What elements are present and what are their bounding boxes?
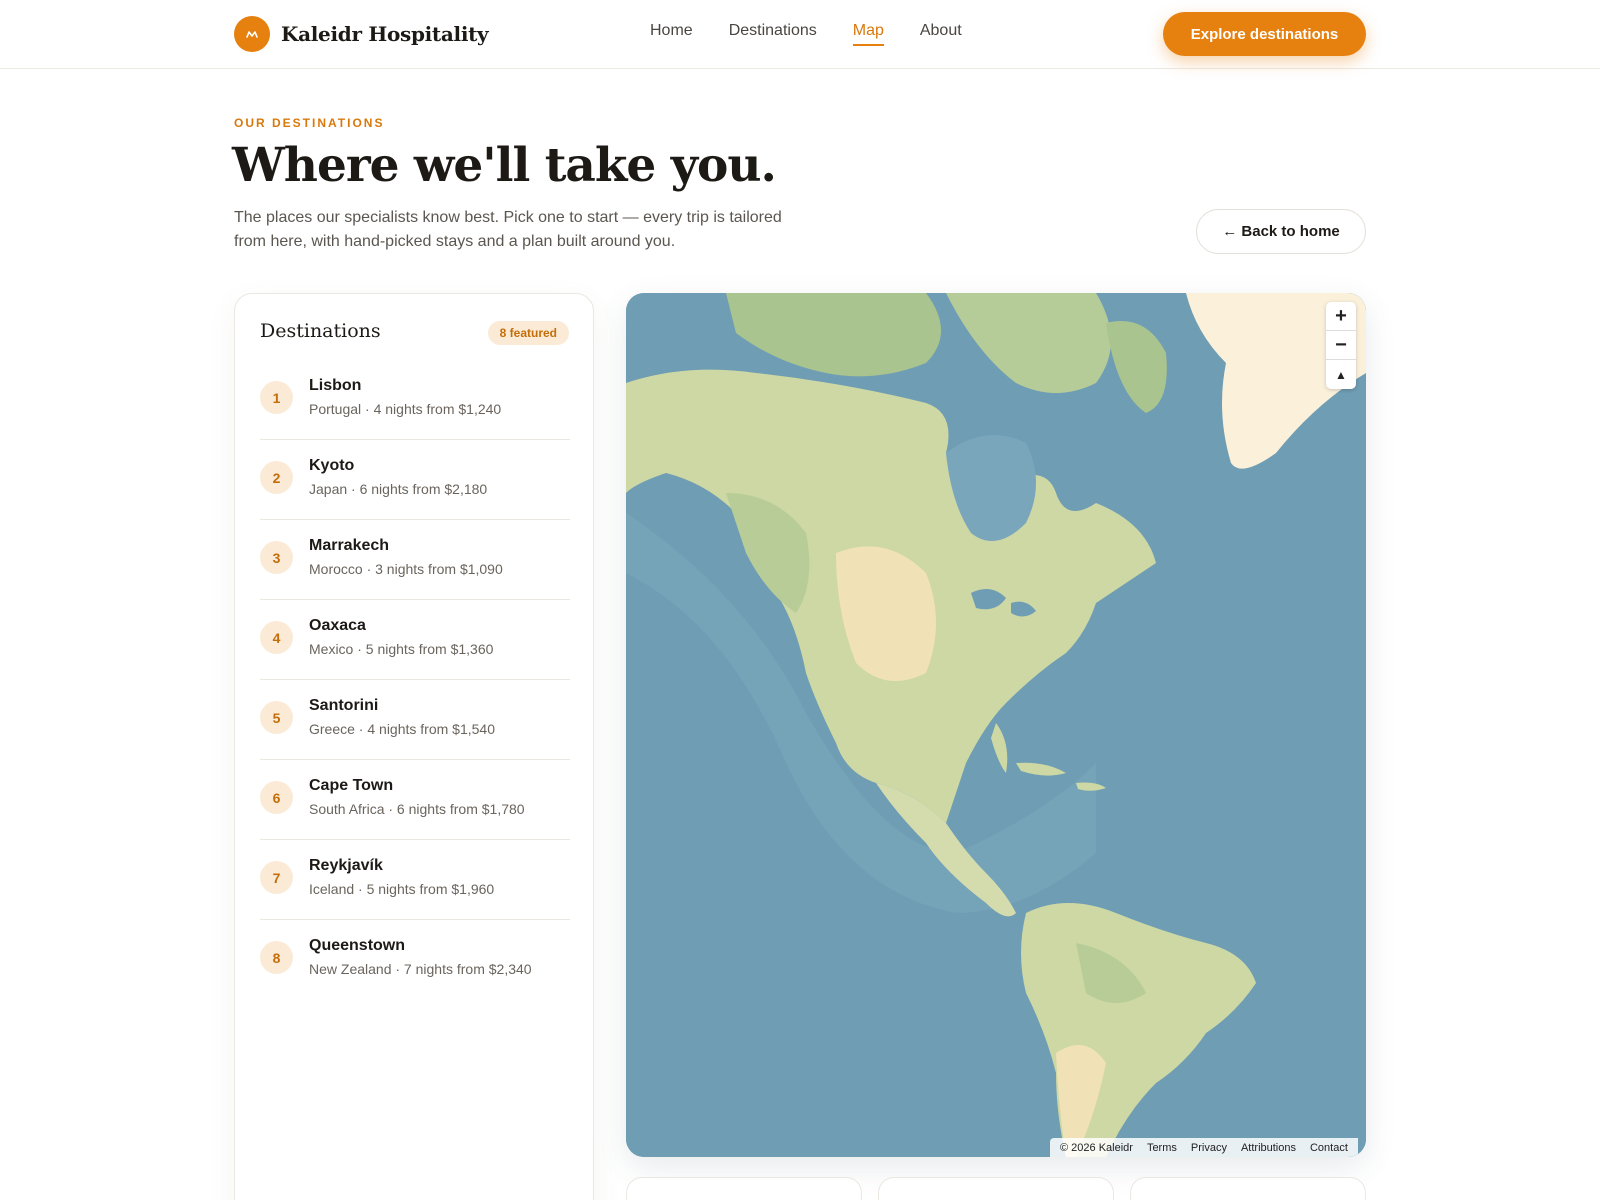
attribution-privacy-link[interactable]: Privacy [1191,1142,1227,1154]
page-subtitle: The places our specialists know best. Pi… [234,209,782,250]
attribution-contact-link[interactable]: Contact [1310,1142,1348,1154]
nav-home[interactable]: Home [650,22,693,46]
destination-meta: South Africa · 6 nights from $1,780 [309,801,525,817]
zoom-out-button[interactable]: − [1326,331,1356,360]
map-terrain [626,293,1366,1157]
destination-number: 6 [260,781,293,814]
destinations-panel: Destinations 8 featured 1 Lisbon Portuga… [234,293,594,1200]
attribution-copyright: © 2026 Kaleidr [1060,1141,1133,1154]
panel-title: Destinations [260,320,381,342]
destination-city: Santorini [309,697,379,714]
logo-mark-icon [234,16,270,52]
destination-meta: Mexico · 5 nights from $1,360 [309,641,494,657]
destination-meta: Iceland · 5 nights from $1,960 [309,881,495,897]
destination-number: 4 [260,621,293,654]
destination-city: Cape Town [309,777,394,794]
back-to-home-button[interactable]: ← Back to home [1196,209,1366,254]
brand-name: Kaleidr Hospitality [281,22,489,46]
section-eyebrow: OUR DESTINATIONS [234,116,385,130]
destination-number: 5 [260,701,293,734]
destination-card[interactable] [1130,1177,1366,1200]
destination-meta: Portugal · 4 nights from $1,240 [309,401,502,417]
destination-item-lisbon[interactable]: 1 Lisbon Portugal · 4 nights from $1,240 [260,360,570,440]
destination-meta: New Zealand · 7 nights from $2,340 [309,961,532,977]
main-nav: Home Destinations Map About [650,22,998,46]
destination-item-oaxaca[interactable]: 4 Oaxaca Mexico · 5 nights from $1,360 [260,600,570,680]
explore-destinations-button[interactable]: Explore destinations [1163,12,1366,56]
destination-city: Oaxaca [309,617,366,634]
destination-cards-row [626,1177,1382,1200]
attribution-terms-link[interactable]: Terms [1147,1142,1177,1154]
destination-city: Reykjavík [309,857,383,874]
destination-number: 3 [260,541,293,574]
destination-item-queenstown[interactable]: 8 Queenstown New Zealand · 7 nights from… [260,920,570,1000]
destination-card[interactable] [878,1177,1114,1200]
destination-number: 1 [260,381,293,414]
page-title: Where we'll take you. [232,138,777,193]
destination-item-santorini[interactable]: 5 Santorini Greece · 4 nights from $1,54… [260,680,570,760]
destination-number: 8 [260,941,293,974]
top-nav-bar: Kaleidr Hospitality Home Destinations Ma… [0,0,1600,69]
destinations-map[interactable]: + − ▲ © 2026 Kaleidr Terms Privacy Attri… [626,293,1366,1157]
destination-city: Kyoto [309,457,355,474]
destination-item-reykjavik[interactable]: 7 Reykjavík Iceland · 5 nights from $1,9… [260,840,570,920]
zoom-in-button[interactable]: + [1326,302,1356,331]
destination-city: Lisbon [309,377,362,394]
destination-city: Marrakech [309,537,390,554]
brand-logo[interactable]: Kaleidr Hospitality [234,16,489,52]
nav-destinations[interactable]: Destinations [729,22,817,46]
destination-list: 1 Lisbon Portugal · 4 nights from $1,240… [260,360,570,1000]
featured-count-badge: 8 featured [487,321,569,345]
map-attribution: © 2026 Kaleidr Terms Privacy Attribution… [1050,1138,1358,1157]
destination-item-kyoto[interactable]: 2 Kyoto Japan · 6 nights from $2,180 [260,440,570,520]
map-zoom-controls: + − ▲ [1326,302,1356,389]
destination-meta: Morocco · 3 nights from $1,090 [309,561,503,577]
compass-reset-button[interactable]: ▲ [1326,360,1356,389]
nav-about[interactable]: About [920,22,962,46]
destination-card[interactable] [626,1177,862,1200]
destination-city: Queenstown [309,937,406,954]
nav-map[interactable]: Map [852,22,884,46]
destination-item-cape-town[interactable]: 6 Cape Town South Africa · 6 nights from… [260,760,570,840]
destination-meta: Greece · 4 nights from $1,540 [309,721,495,737]
destination-item-marrakech[interactable]: 3 Marrakech Morocco · 3 nights from $1,0… [260,520,570,600]
destination-number: 2 [260,461,293,494]
destination-meta: Japan · 6 nights from $2,180 [309,481,488,497]
attribution-attributions-link[interactable]: Attributions [1241,1142,1296,1154]
destination-number: 7 [260,861,293,894]
